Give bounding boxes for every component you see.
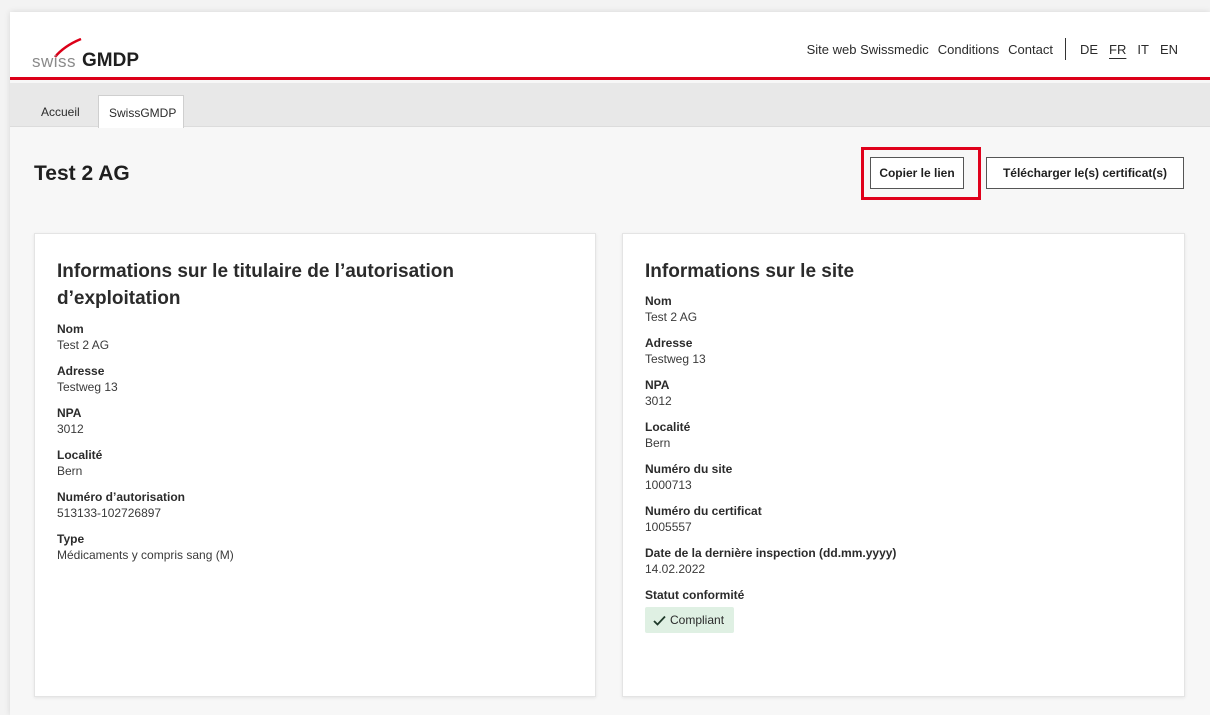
field-label: Date de la dernière inspection (dd.mm.yy… — [645, 546, 897, 560]
holder-card-title: Informations sur le titulaire de l’autor… — [57, 261, 454, 309]
site-field-locality: Localité Bern — [645, 419, 896, 452]
language-de[interactable]: DE — [1080, 42, 1098, 57]
holder-field-type: Type Médicaments y compris sang (M) — [57, 531, 234, 564]
download-certificates-button[interactable]: Télécharger le(s) certificat(s) — [986, 157, 1184, 189]
logo-gmdp-text: GMDP — [82, 50, 139, 71]
site-field-certificate-number: Numéro du certificat 1005557 — [645, 503, 896, 536]
site-info-card: Informations sur le site Nom Test 2 AG A… — [622, 233, 1185, 697]
holder-field-locality: Localité Bern — [57, 447, 234, 480]
compliant-status-badge: Compliant — [645, 607, 735, 633]
copy-link-button[interactable]: Copier le lien — [870, 157, 964, 189]
field-label: Numéro du certificat — [645, 504, 762, 518]
nav-divider — [1064, 38, 1066, 60]
field-value: 1000713 — [645, 478, 692, 492]
holder-info-card: Informations sur le titulaire de l’autor… — [34, 233, 596, 697]
field-label: Numéro d’autorisation — [57, 490, 186, 504]
site-field-name: Nom Test 2 AG — [645, 293, 896, 326]
field-value: Testweg 13 — [645, 352, 706, 366]
top-navigation: Site web Swissmedic Conditions Contact D… — [798, 38, 1178, 60]
field-value: Test 2 AG — [645, 310, 698, 324]
holder-fields: Nom Test 2 AG Adresse Testweg 13 NPA 301… — [57, 321, 234, 573]
holder-field-authorization-number: Numéro d’autorisation 513133-102726897 — [57, 489, 234, 522]
field-label: Numéro du site — [645, 462, 733, 476]
field-label: Adresse — [57, 364, 105, 378]
site-card-title: Informations sur le site — [645, 261, 855, 282]
site-field-address: Adresse Testweg 13 — [645, 335, 896, 368]
field-label: NPA — [645, 378, 670, 392]
field-value: 3012 — [645, 394, 672, 408]
link-contact[interactable]: Contact — [1008, 42, 1053, 57]
field-value: Bern — [57, 464, 83, 478]
field-value: Test 2 AG — [57, 338, 110, 352]
link-swissmedic-website[interactable]: Site web Swissmedic — [807, 42, 929, 57]
holder-field-npa: NPA 3012 — [57, 405, 234, 438]
field-label: Nom — [645, 294, 672, 308]
field-label: Nom — [57, 322, 84, 336]
site-field-npa: NPA 3012 — [645, 377, 896, 410]
field-label: Localité — [645, 420, 691, 434]
field-value: 14.02.2022 — [645, 562, 706, 576]
field-value: 513133-102726897 — [57, 506, 162, 520]
site-header: swiss GMDP Site web Swissmedic Condition… — [10, 12, 1210, 80]
field-value: Bern — [645, 436, 671, 450]
field-value: 3012 — [57, 422, 84, 436]
site-field-last-inspection-date: Date de la dernière inspection (dd.mm.yy… — [645, 545, 896, 578]
site-field-compliance-status: Statut conformité Compliant — [645, 587, 896, 633]
page-title: Test 2 AG — [34, 162, 130, 185]
tab-accueil[interactable]: Accueil — [41, 105, 80, 119]
app-window: swiss GMDP Site web Swissmedic Condition… — [10, 12, 1210, 715]
tab-swissgmdp[interactable]: SwissGMDP — [98, 95, 184, 128]
logo-swiss-text: swiss — [32, 52, 77, 71]
field-value: Médicaments y compris sang (M) — [57, 548, 234, 562]
language-it[interactable]: IT — [1137, 42, 1149, 57]
field-label: Localité — [57, 448, 103, 462]
breadcrumb-tabs: Accueil SwissGMDP — [10, 83, 1210, 128]
field-value: Testweg 13 — [57, 380, 118, 394]
checkmark-icon — [653, 615, 666, 626]
link-conditions[interactable]: Conditions — [938, 42, 999, 57]
language-fr[interactable]: FR — [1109, 42, 1126, 57]
swissgmdp-logo[interactable]: swiss GMDP — [32, 38, 172, 72]
status-badge-text: Compliant — [670, 613, 725, 627]
site-fields: Nom Test 2 AG Adresse Testweg 13 NPA 301… — [645, 293, 896, 642]
field-label: Adresse — [645, 336, 693, 350]
language-en[interactable]: EN — [1160, 42, 1178, 57]
field-value: 1005557 — [645, 520, 692, 534]
holder-field-name: Nom Test 2 AG — [57, 321, 234, 354]
holder-field-address: Adresse Testweg 13 — [57, 363, 234, 396]
site-field-site-number: Numéro du site 1000713 — [645, 461, 896, 494]
field-label: NPA — [57, 406, 82, 420]
field-label: Type — [57, 532, 85, 546]
field-label: Statut conformité — [645, 588, 745, 602]
